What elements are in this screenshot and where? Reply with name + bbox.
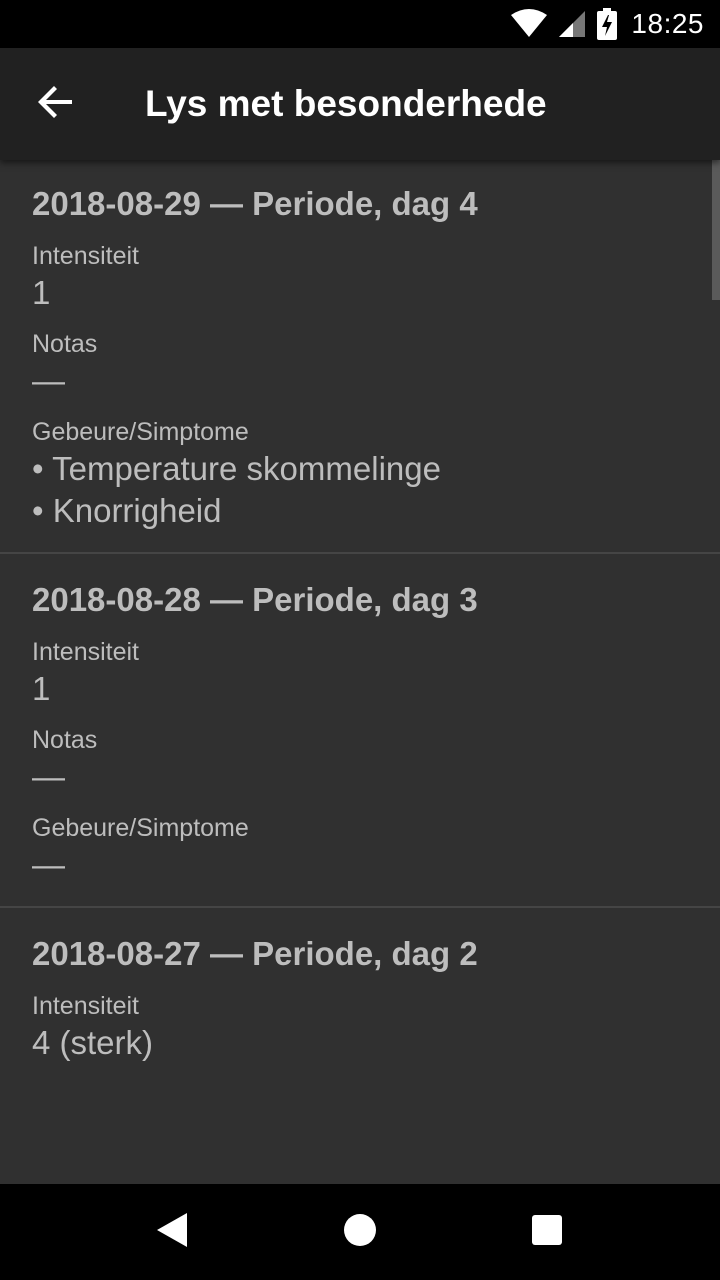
intensity-value: 1 (32, 274, 51, 311)
status-bar: 18:25 (0, 0, 720, 48)
intensity-label: Intensiteit (32, 242, 140, 270)
nav-back-triangle-icon (157, 1212, 189, 1252)
notes-label: Notas (32, 726, 98, 754)
intensity-label: Intensiteit (32, 992, 140, 1020)
entry-title: 2018-08-27 — Periode, dag 2 (32, 935, 478, 972)
page-title: Lys met besonderhede (145, 83, 547, 124)
list-item[interactable]: 2018-08-27 — Periode, dag 2 Intensiteit … (0, 908, 720, 1084)
symptoms-label: Gebeure/Simptome (32, 418, 249, 446)
arrow-left-icon (38, 84, 74, 125)
nav-home-button[interactable] (320, 1192, 400, 1272)
wifi-icon (511, 9, 548, 39)
intensity-label: Intensiteit (32, 638, 140, 666)
list-item[interactable]: 2018-08-29 — Periode, dag 4 Intensiteit … (0, 160, 720, 554)
entries-list[interactable]: 2018-08-29 — Periode, dag 4 Intensiteit … (0, 160, 720, 1184)
entry-title: 2018-08-29 — Periode, dag 4 (32, 185, 478, 222)
symptom-item: — (32, 846, 65, 883)
scrollbar[interactable] (712, 160, 720, 300)
battery-charging-icon (597, 8, 618, 40)
symptom-item: • Temperature skommelinge (32, 450, 441, 487)
nav-recents-button[interactable] (507, 1192, 587, 1272)
nav-recents-square-icon (531, 1214, 563, 1251)
entry-title: 2018-08-28 — Periode, dag 3 (32, 581, 478, 618)
signal-icon (557, 9, 587, 39)
back-button[interactable] (0, 48, 112, 160)
app-bar: Lys met besonderhede (0, 48, 720, 160)
list-item[interactable]: 2018-08-28 — Periode, dag 3 Intensiteit … (0, 554, 720, 908)
notes-value: — (32, 362, 65, 399)
notes-label: Notas (32, 330, 98, 358)
notes-value: — (32, 758, 65, 795)
symptoms-label: Gebeure/Simptome (32, 814, 249, 842)
navigation-bar (0, 1184, 720, 1280)
intensity-value: 1 (32, 670, 51, 707)
status-time: 18:25 (631, 8, 704, 39)
nav-back-button[interactable] (133, 1192, 213, 1272)
symptom-item: • Knorrigheid (32, 492, 222, 529)
nav-home-circle-icon (343, 1213, 377, 1252)
intensity-value: 4 (sterk) (32, 1024, 154, 1061)
